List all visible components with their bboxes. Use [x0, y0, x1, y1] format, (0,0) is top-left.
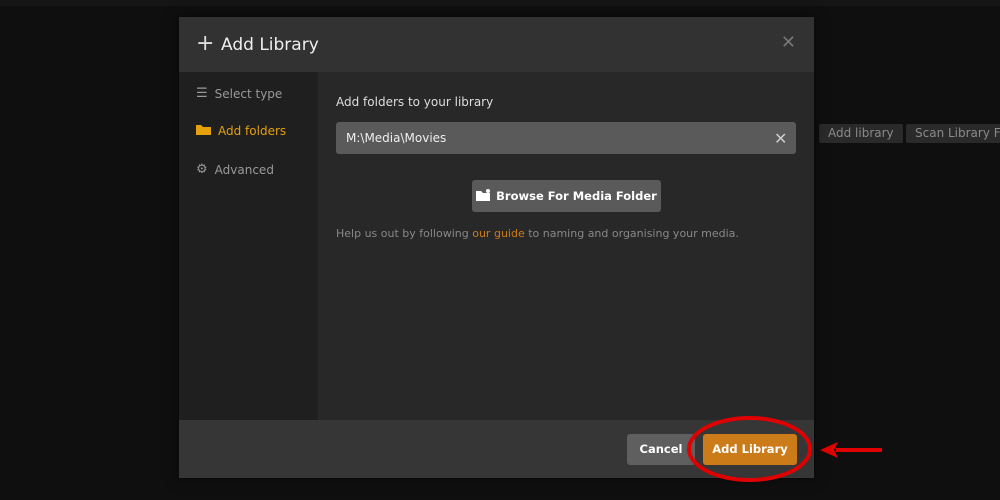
- dialog-content: Add folders to your library ✕ Browse For…: [318, 72, 814, 420]
- folder-icon: [196, 124, 211, 138]
- app-top-bar: [0, 0, 1000, 6]
- plus-icon: +: [196, 31, 215, 56]
- browse-label: Browse For Media Folder: [496, 189, 657, 203]
- help-text: Help us out by following our guide to na…: [336, 227, 739, 240]
- dialog-header: + Add Library ✕: [179, 17, 814, 72]
- bg-scan-library-button[interactable]: Scan Library Files: [906, 124, 1000, 143]
- bg-add-library-button[interactable]: Add library: [819, 124, 903, 143]
- clear-folder-icon[interactable]: ✕: [774, 129, 787, 148]
- sidebar-item-advanced[interactable]: ⚙ Advanced: [196, 162, 274, 177]
- list-icon: ☰: [196, 86, 208, 101]
- sidebar-item-select-type[interactable]: ☰ Select type: [196, 86, 282, 101]
- annotation-arrow-icon: [820, 442, 882, 458]
- highlight-circle: [687, 416, 812, 482]
- close-icon[interactable]: ✕: [781, 32, 796, 53]
- help-prefix: Help us out by following: [336, 227, 473, 240]
- add-folders-heading: Add folders to your library: [336, 95, 494, 109]
- add-library-dialog: + Add Library ✕ ☰ Select type Add folder…: [179, 17, 814, 478]
- sidebar-item-label: Select type: [214, 86, 283, 101]
- gear-icon: ⚙: [196, 162, 208, 177]
- folder-path-input[interactable]: [336, 122, 796, 154]
- dialog-sidebar: ☰ Select type Add folders ⚙ Advanced: [179, 72, 318, 420]
- sidebar-item-label: Add folders: [218, 124, 287, 138]
- browse-media-folder-button[interactable]: Browse For Media Folder: [472, 180, 661, 212]
- help-suffix: to naming and organising your media.: [524, 227, 739, 240]
- dialog-title: Add Library: [221, 35, 319, 55]
- sidebar-item-label: Advanced: [214, 162, 274, 177]
- guide-link[interactable]: our guide: [472, 227, 524, 240]
- folder-add-icon: [476, 188, 491, 204]
- sidebar-item-add-folders[interactable]: Add folders: [196, 124, 286, 138]
- cancel-button[interactable]: Cancel: [627, 434, 695, 465]
